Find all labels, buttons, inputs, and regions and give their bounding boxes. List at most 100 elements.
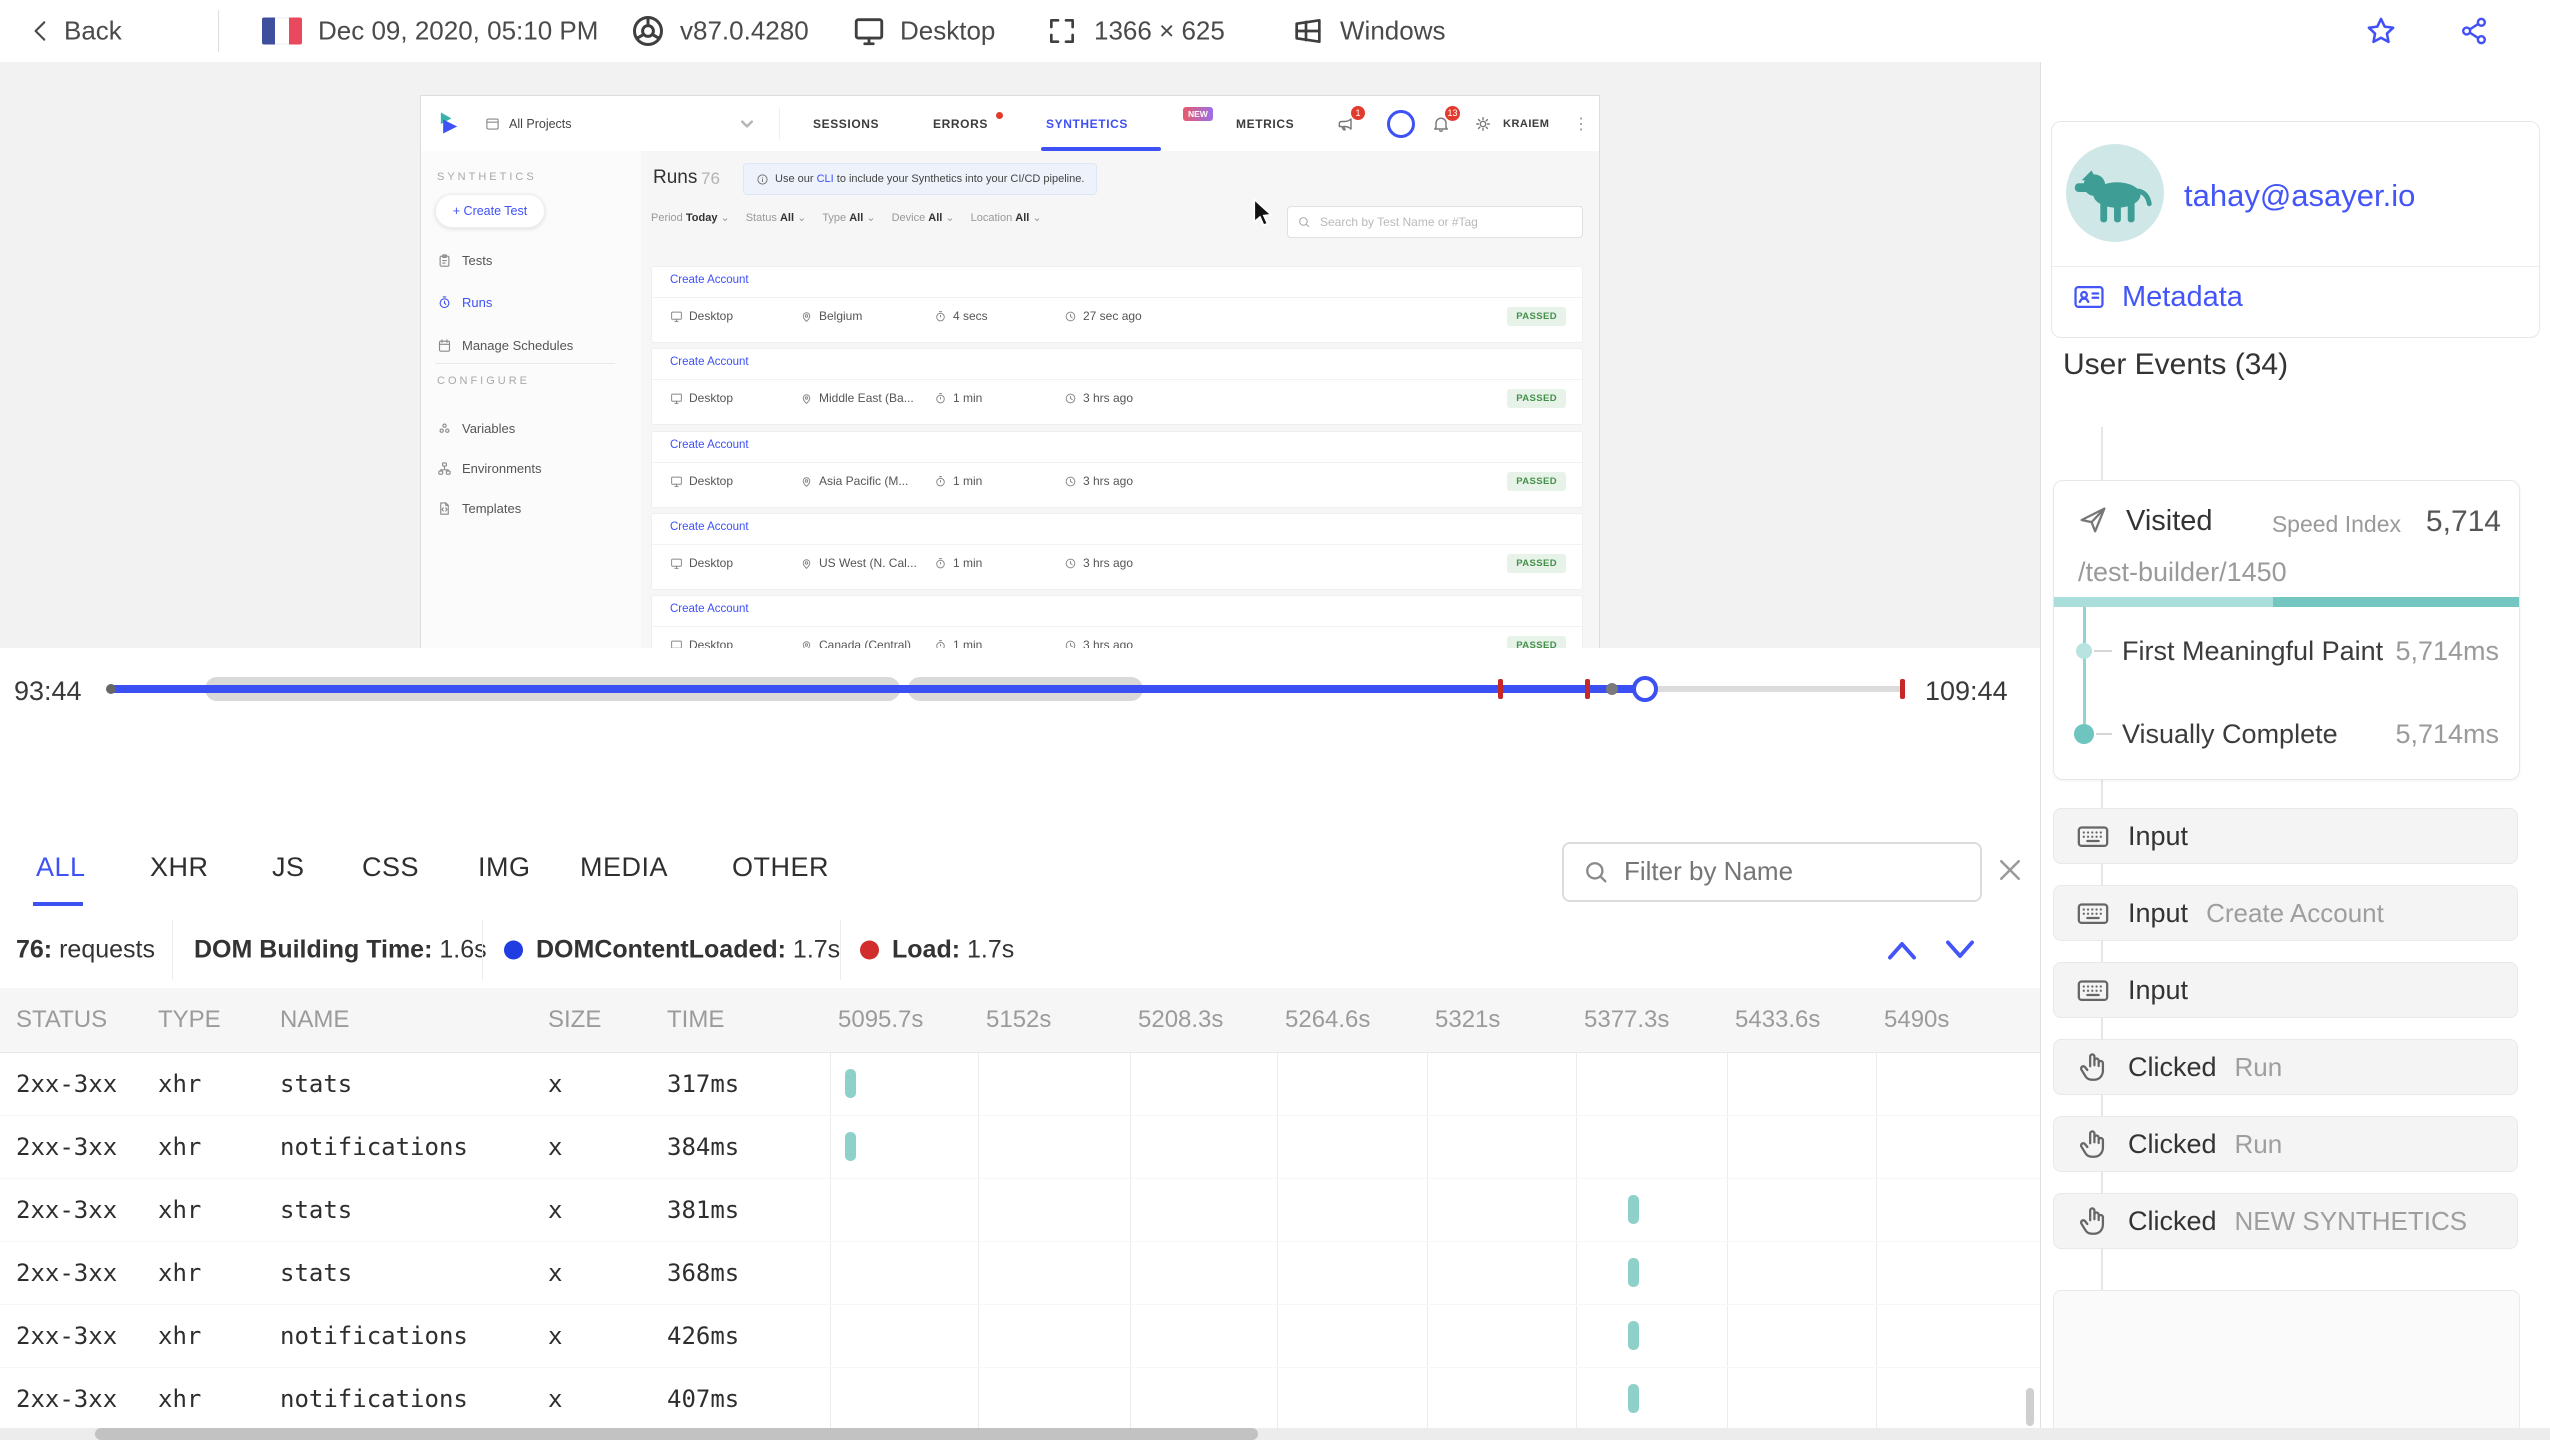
tab-xhr[interactable]: XHR bbox=[150, 852, 209, 883]
load-time: Load: 1.7s bbox=[892, 935, 1015, 964]
bell-badge: 13 bbox=[1445, 106, 1460, 121]
waterfall-bar bbox=[1628, 1258, 1639, 1287]
network-tabs-row: ALL XHR JS CSS IMG MEDIA OTHER bbox=[0, 828, 2040, 913]
horizontal-scrollbar bbox=[0, 1428, 2550, 1440]
app-search-placeholder: Search by Test Name or #Tag bbox=[1320, 215, 1478, 229]
speed-index-label: Speed Index bbox=[2271, 511, 2401, 537]
timeline-track[interactable] bbox=[106, 674, 1910, 704]
sitemap-icon bbox=[438, 462, 451, 475]
event-card-click[interactable]: Clicked Run bbox=[2053, 1039, 2518, 1095]
tab-other[interactable]: OTHER bbox=[732, 852, 829, 883]
user-email-link[interactable]: tahay@asayer.io bbox=[2184, 178, 2415, 214]
sidebar-heading-configure: CONFIGURE bbox=[437, 375, 530, 387]
metric-row-fmp: First Meaningful Paint 5,714ms bbox=[2054, 631, 2519, 671]
error-marker bbox=[1900, 679, 1905, 699]
tab-img[interactable]: IMG bbox=[478, 852, 531, 883]
nav-errors: ERRORS bbox=[933, 116, 988, 131]
monitor-icon bbox=[671, 393, 682, 404]
run-card: Create Account Desktop Canada (Central) … bbox=[651, 595, 1583, 649]
request-row[interactable]: 2xx-3xx xhr notifications x 384ms bbox=[0, 1115, 2040, 1179]
request-row[interactable]: 2xx-3xx xhr notifications x 426ms bbox=[0, 1304, 2040, 1368]
window-icon bbox=[486, 117, 499, 130]
status-badge: PASSED bbox=[1507, 389, 1566, 408]
event-card-partial bbox=[2053, 1290, 2520, 1440]
event-card-click[interactable]: Clicked NEW SYNTHETICS bbox=[2053, 1193, 2518, 1249]
clipboard-icon bbox=[439, 254, 450, 267]
filter-input[interactable] bbox=[1622, 848, 1966, 894]
divider bbox=[218, 10, 219, 52]
time-current: 93:44 bbox=[14, 676, 82, 706]
request-row[interactable]: 2xx-3xx xhr stats x 317ms bbox=[0, 1052, 2040, 1116]
app-logo-icon bbox=[440, 112, 458, 134]
run-card: Create Account Desktop Middle East (Ba..… bbox=[651, 348, 1583, 425]
jump-previous-icon[interactable] bbox=[1884, 937, 1920, 963]
keyboard-icon bbox=[2077, 903, 2109, 925]
request-row[interactable]: 2xx-3xx xhr notifications x 407ms bbox=[0, 1367, 2040, 1431]
replayed-app-body: SYNTHETICS + Create Test Tests Runs Mana… bbox=[421, 151, 1599, 649]
playhead[interactable] bbox=[1632, 676, 1658, 702]
favorite-star-icon[interactable] bbox=[2364, 14, 2398, 48]
runs-count: 76 bbox=[701, 169, 720, 188]
close-icon[interactable] bbox=[1995, 855, 2025, 885]
avatar bbox=[2066, 144, 2164, 242]
jump-next-icon[interactable] bbox=[1942, 937, 1978, 963]
waterfall-bar bbox=[845, 1069, 856, 1098]
status-badge: PASSED bbox=[1507, 554, 1566, 573]
vertical-scrollbar-thumb[interactable] bbox=[2026, 1388, 2034, 1426]
sidebar-item-runs-active: Runs bbox=[437, 295, 492, 310]
tab-media[interactable]: MEDIA bbox=[580, 852, 668, 883]
user-card: tahay@asayer.io Metadata bbox=[2051, 121, 2540, 338]
replay-canvas[interactable]: All Projects SESSIONS ERRORS SYNTHETICS … bbox=[0, 62, 2040, 650]
kebab-menu-icon: ⋮ bbox=[1573, 115, 1589, 133]
metadata-button[interactable]: Metadata bbox=[2072, 280, 2243, 314]
event-card-input[interactable]: Input Create Account bbox=[2053, 885, 2518, 941]
filter-box bbox=[1562, 842, 1982, 902]
event-card-input[interactable]: Input bbox=[2053, 962, 2518, 1018]
replayed-app-sidebar: SYNTHETICS + Create Test Tests Runs Mana… bbox=[421, 151, 641, 649]
file-code-icon bbox=[440, 502, 449, 515]
request-row[interactable]: 2xx-3xx xhr stats x 381ms bbox=[0, 1178, 2040, 1242]
event-marker bbox=[1606, 683, 1618, 695]
back-button[interactable] bbox=[28, 18, 54, 44]
keyboard-icon bbox=[2077, 980, 2109, 1002]
tab-css[interactable]: CSS bbox=[362, 852, 419, 883]
time-col: 5321s bbox=[1435, 1006, 1501, 1033]
clock-icon bbox=[1065, 393, 1076, 403]
back-label[interactable]: Back bbox=[64, 16, 122, 47]
visited-url: /test-builder/1450 bbox=[2078, 557, 2287, 587]
search-icon bbox=[1299, 217, 1310, 228]
share-icon[interactable] bbox=[2458, 15, 2490, 47]
session-info-sidebar: tahay@asayer.io Metadata User Events (34… bbox=[2040, 62, 2550, 1440]
col-name: NAME bbox=[280, 1006, 350, 1033]
timeline-start-dot bbox=[106, 684, 116, 694]
project-selector: All Projects bbox=[473, 96, 769, 151]
vc-dot bbox=[2074, 724, 2094, 744]
nav-synthetics-active: SYNTHETICS bbox=[1046, 116, 1129, 131]
windows-os-icon bbox=[1295, 19, 1321, 43]
divider bbox=[779, 108, 780, 139]
event-card-input[interactable]: Input bbox=[2053, 808, 2518, 864]
sidebar-item-templates: Templates bbox=[437, 501, 521, 516]
monitor-icon bbox=[671, 476, 682, 487]
tab-all-active[interactable]: ALL bbox=[36, 852, 86, 883]
monitor-icon bbox=[671, 311, 682, 322]
time-col: 5095.7s bbox=[838, 1006, 924, 1033]
network-table: STATUS TYPE NAME SIZE TIME 5095.7s 5152s… bbox=[0, 988, 2040, 1431]
event-card-click[interactable]: Clicked Run bbox=[2053, 1116, 2518, 1172]
cli-banner: Use our CLI to include your Synthetics i… bbox=[743, 163, 1098, 195]
visited-event-card[interactable]: Visited Speed Index 5,714 /test-builder/… bbox=[2053, 480, 2520, 780]
viewport-size-icon bbox=[1050, 19, 1074, 43]
col-status: STATUS bbox=[16, 1006, 108, 1033]
mouse-cursor-icon bbox=[1253, 198, 1273, 227]
horizontal-scrollbar-thumb[interactable] bbox=[95, 1428, 1258, 1440]
app-search-box: Search by Test Name or #Tag bbox=[1287, 206, 1583, 238]
monitor-icon bbox=[671, 558, 682, 569]
animal-avatar-icon bbox=[2074, 170, 2152, 223]
tab-js[interactable]: JS bbox=[272, 852, 305, 883]
player-section: 93:44 109:44 Play 10 Back 3x Skip Inacti… bbox=[0, 648, 2040, 1440]
network-summary-row: 76: requests DOM Building Time: 1.6s DOM… bbox=[0, 912, 2040, 989]
navigation-icon bbox=[2080, 507, 2106, 533]
request-row[interactable]: 2xx-3xx xhr stats x 368ms bbox=[0, 1241, 2040, 1305]
run-card: Create Account Desktop Belgium 4 secs 27… bbox=[651, 266, 1583, 343]
cli-link: CLI bbox=[816, 173, 834, 185]
